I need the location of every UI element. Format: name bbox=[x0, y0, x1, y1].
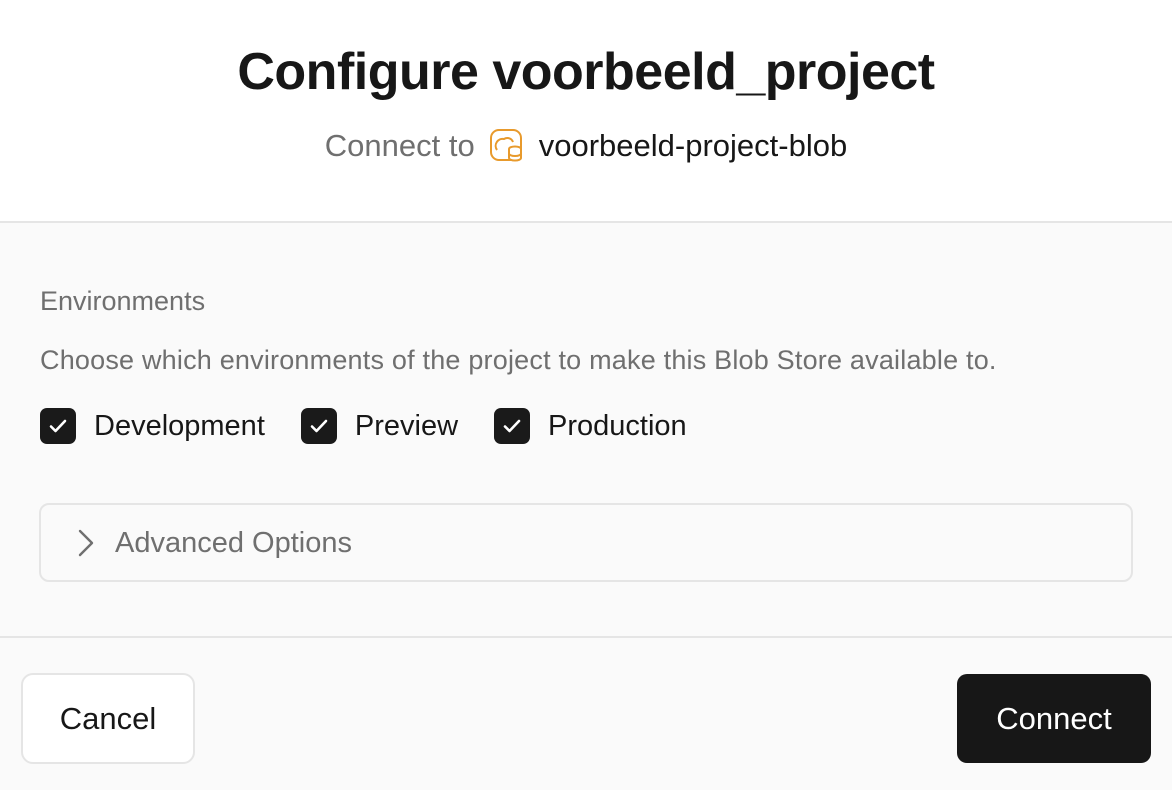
cancel-button[interactable]: Cancel bbox=[21, 673, 195, 764]
env-option-development[interactable]: Development bbox=[40, 408, 265, 444]
blob-storage-icon bbox=[489, 128, 525, 164]
production-label: Production bbox=[548, 410, 687, 442]
development-checkbox[interactable] bbox=[40, 408, 76, 444]
chevron-right-icon bbox=[75, 528, 97, 558]
env-option-preview[interactable]: Preview bbox=[300, 408, 459, 444]
check-icon bbox=[49, 419, 67, 433]
dialog-header: Configure voorbeeld_project Connect to v… bbox=[0, 0, 1172, 223]
store-name: voorbeeld-project-blob bbox=[538, 128, 848, 163]
configure-dialog: Configure voorbeeld_project Connect to v… bbox=[0, 0, 1172, 790]
advanced-options-toggle[interactable]: Advanced Options bbox=[39, 503, 1133, 582]
environment-checkbox-group: Development Preview Production bbox=[40, 408, 723, 444]
production-checkbox[interactable] bbox=[494, 408, 531, 444]
dialog-title: Configure voorbeeld_project bbox=[237, 43, 935, 101]
check-icon bbox=[310, 419, 328, 433]
environments-label: Environments bbox=[40, 286, 206, 316]
check-icon bbox=[503, 419, 521, 433]
advanced-options-label: Advanced Options bbox=[115, 526, 352, 559]
connect-button[interactable]: Connect bbox=[957, 674, 1151, 763]
preview-label: Preview bbox=[354, 410, 459, 442]
footer-divider bbox=[0, 636, 1172, 638]
environments-description: Choose which environments of the project… bbox=[40, 345, 997, 375]
preview-checkbox[interactable] bbox=[300, 408, 337, 444]
env-option-production[interactable]: Production bbox=[494, 408, 687, 444]
subtitle-prefix: Connect to bbox=[324, 128, 475, 163]
development-label: Development bbox=[94, 410, 265, 442]
dialog-subtitle: Connect to voorbeeld-project-blob bbox=[0, 126, 1172, 166]
